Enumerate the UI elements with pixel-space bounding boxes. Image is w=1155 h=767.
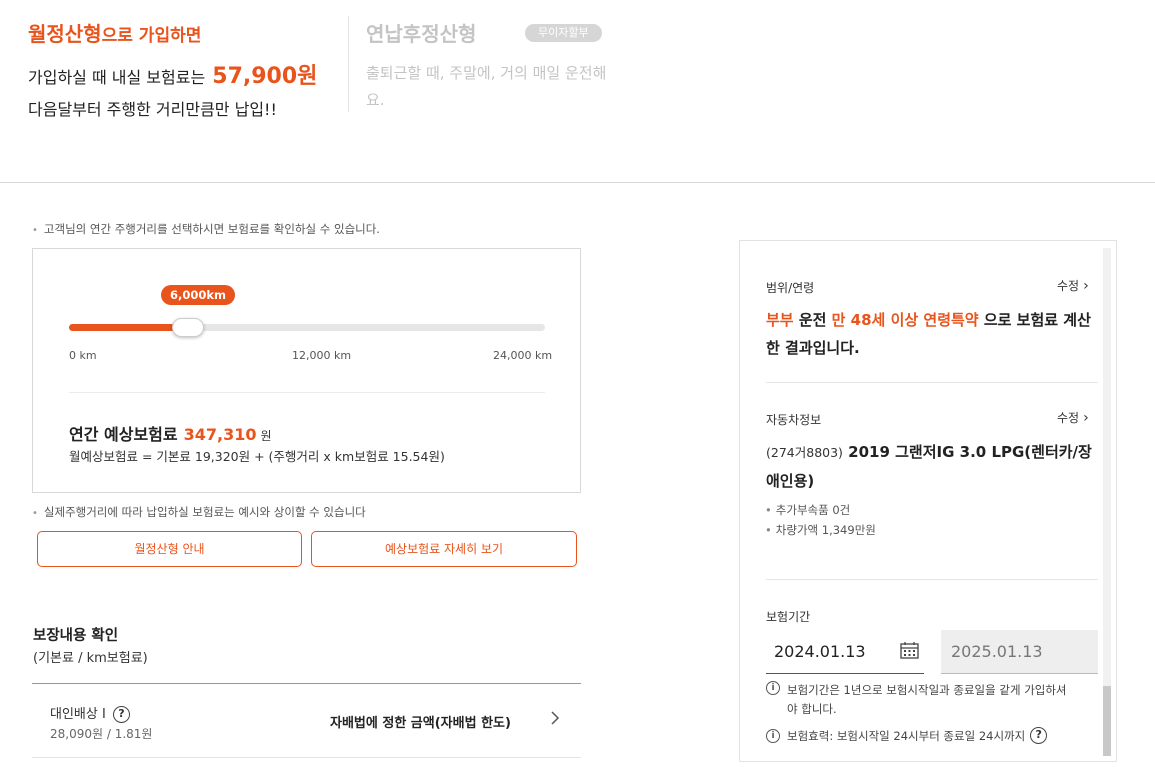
installment-badge: 무이자할부 [525,24,602,42]
help-icon[interactable]: ? [112,706,130,723]
coverage-title: 보장내용 확인 [33,628,119,644]
scope-age-label: 범위/연령 [766,281,815,295]
annual-premium-label: 연간 예상보험료 [69,425,178,444]
car-value: 차량가액 1,349만원 [765,522,876,538]
plan-annual-title[interactable]: 연납후정산형 [366,18,476,47]
actual-distance-note: 실제주행거리에 따라 납입하실 보험료는 예시와 상이할 수 있습니다 [32,504,366,520]
coverage-row-divider [32,757,581,758]
slider-fill [69,324,188,331]
period-end-date: 2025.01.13 [941,630,1098,674]
car-plate: (274거8803) [766,445,843,460]
scope-text-1: 운전 [793,311,832,329]
plan-monthly-initial-premium: 가입하실 때 내실 보험료는 57,900원 [28,58,317,90]
info-icon: i [766,681,780,695]
car-extra-parts: 추가부속품 0건 [765,502,850,518]
coverage-item-name: 대인배상 I ? [50,703,130,723]
help-icon[interactable]: ? [1030,727,1048,744]
coverage-item-label: 대인배상 I [50,707,106,722]
driver-scope: 부부 [766,311,794,329]
car-edit-button[interactable]: 수정 › [1057,409,1089,426]
panel-scrollbar-thumb[interactable] [1103,686,1111,756]
period-info-2-text: 보험효력: 보험시작일 24시부터 종료일 24시까지 [787,729,1026,743]
slider-value-bubble: 6,000km [161,285,235,305]
initial-premium-amount: 57,900원 [212,64,318,89]
period-info-2: i 보험효력: 보험시작일 24시부터 종료일 24시까지? [766,725,1101,746]
plan-annual-desc: 출퇴근할 때, 주말에, 거의 매일 운전해요. [366,64,607,109]
period-info-1-text: 보험기간은 1년으로 보험시작일과 종료일을 같게 가입하셔야 합니다. [787,683,1067,716]
scope-edit-button[interactable]: 수정 › [1057,277,1089,294]
card-divider [69,392,545,393]
chevron-right-icon: › [1083,278,1089,294]
plan-monthly-title[interactable]: 월정산형으로 가입하면 [28,18,201,47]
age-rider: 만 48세 이상 연령특약 [831,311,979,329]
slider-tick-max: 24,000 km [493,349,553,362]
premium-calculator-card: 6,000km 0 km 12,000 km 24,000 km 연간 예상보험… [32,248,581,493]
panel-divider [766,579,1098,580]
coverage-item-limit[interactable]: 자배법에 정한 금액(자배법 한도) [330,712,511,731]
slider-thumb[interactable] [172,318,204,337]
annual-premium-value: 347,310 [183,425,257,444]
slider-tick-mid: 12,000 km [292,349,352,362]
plan-divider [348,16,349,112]
scope-result-text: 부부 운전 만 48세 이상 연령특약 으로 보험료 계산한 결과입니다. [766,306,1096,362]
chevron-right-icon[interactable] [550,710,560,730]
monthly-plan-guide-button[interactable]: 월정산형 안내 [37,531,302,567]
initial-premium-label: 가입하실 때 내실 보험료는 [28,68,206,87]
coverage-item-amount: 28,090원 / 1.81원 [50,727,153,741]
period-label: 보험기간 [766,610,811,624]
plan-monthly-desc: 다음달부터 주행한 거리만큼만 납입!! [28,100,277,119]
car-info: (274거8803) 2019 그랜저IG 3.0 LPG(렌터카/장애인용) [766,438,1101,495]
plan-monthly-name: 월정산형 [28,22,102,46]
car-edit-label: 수정 [1057,411,1080,425]
panel-scrollbar[interactable] [1103,248,1111,756]
chevron-right-icon: › [1083,410,1089,426]
monthly-premium-formula: 월예상보험료 = 기본료 19,320원 + (주행거리 x km보험료 15.… [69,449,445,464]
info-icon: i [766,728,780,743]
distance-select-note: 고객님의 연간 주행거리를 선택하시면 보험료를 확인하실 수 있습니다. [32,221,380,237]
coverage-subtitle: (기본료 / km보험료) [33,651,148,666]
plan-monthly-title-rest: 으로 가입하면 [101,26,202,46]
period-info-1: i 보험기간은 1년으로 보험시작일과 종료일을 같게 가입하셔야 합니다. [766,681,1096,719]
annual-premium-unit: 원 [260,429,272,443]
annual-premium: 연간 예상보험료 347,310 원 [69,421,272,445]
scope-edit-label: 수정 [1057,279,1080,293]
coverage-divider [32,683,581,684]
section-divider [0,182,1155,183]
panel-divider [766,382,1098,383]
distance-slider[interactable] [69,318,545,337]
slider-tick-min: 0 km [69,349,97,362]
car-info-label: 자동차정보 [766,413,822,427]
calendar-icon[interactable] [900,641,919,659]
premium-detail-button[interactable]: 예상보험료 자세히 보기 [311,531,577,567]
